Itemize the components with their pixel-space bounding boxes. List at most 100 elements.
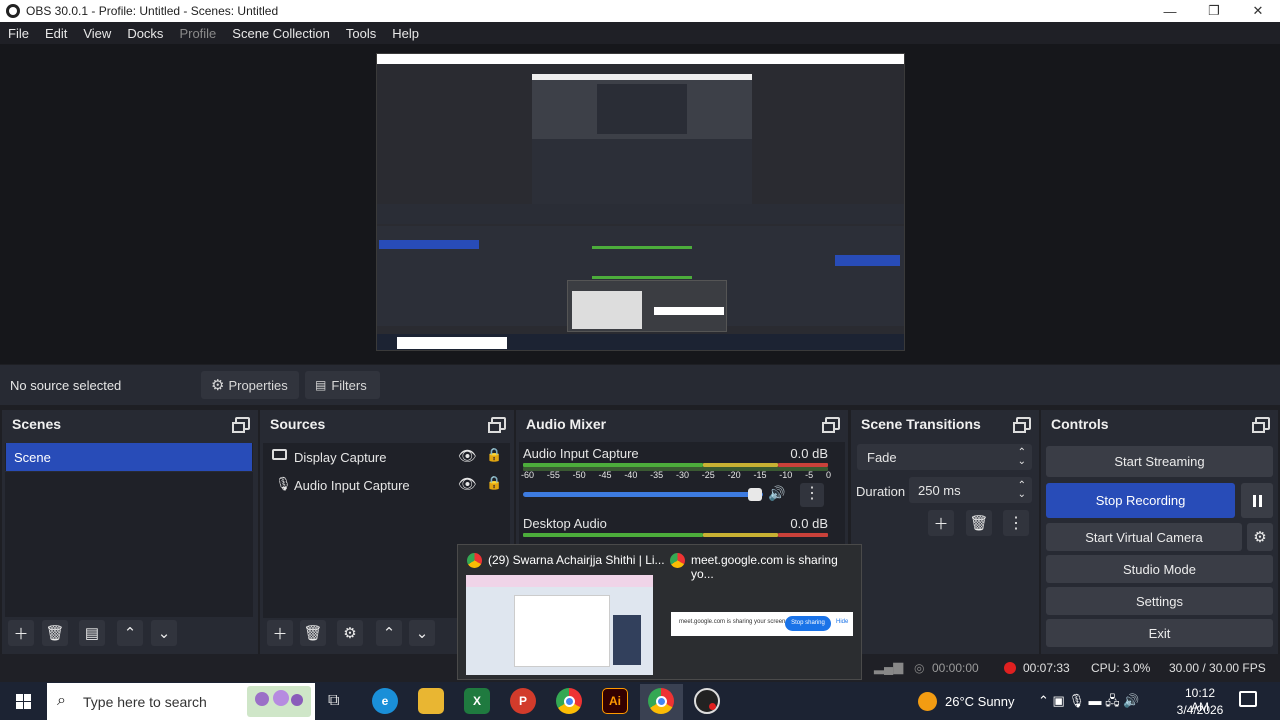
windows-start-icon[interactable]	[16, 694, 31, 709]
monitor-icon	[272, 449, 287, 460]
dock-float-icon[interactable]	[232, 417, 250, 433]
window-title: OBS 30.0.1 - Profile: Untitled - Scenes:…	[26, 4, 279, 18]
taskbar-search[interactable]: ⌕ Type here to search	[47, 683, 315, 720]
duration-spinbox[interactable]: 250 ms ⌃ ⌄	[909, 477, 1032, 503]
source-row[interactable]: 🎙 Audio Input Capture 👁 🔒	[263, 471, 510, 499]
scale-tick: -5	[805, 470, 814, 480]
sources-title: Sources	[270, 416, 326, 432]
eye-icon[interactable]: 👁	[458, 447, 477, 465]
properties-button[interactable]: ⚙ Properties	[201, 371, 299, 399]
menu-profile[interactable]: Profile	[171, 26, 224, 41]
source-label: Display Capture	[294, 450, 387, 465]
obs-taskbar-icon[interactable]	[694, 688, 720, 714]
dock-float-icon[interactable]	[822, 417, 840, 433]
transition-select[interactable]: Fade ⌃ ⌄	[857, 444, 1032, 470]
hide-link: Hide	[836, 619, 849, 625]
studio-mode-button[interactable]: Studio Mode	[1046, 555, 1273, 583]
add-source-icon[interactable]: ＋	[267, 620, 293, 646]
channel-db: 0.0 dB	[790, 446, 828, 461]
move-down-icon[interactable]: ⌄	[409, 620, 435, 646]
filters-label: Filters	[331, 377, 367, 393]
duration-value: 250 ms	[918, 483, 961, 498]
notifications-icon[interactable]	[1239, 691, 1257, 707]
lock-icon[interactable]: 🔒	[486, 447, 502, 463]
menu-edit[interactable]: Edit	[37, 26, 75, 41]
eye-icon[interactable]: 👁	[458, 475, 477, 493]
acrobat-icon[interactable]: P	[510, 688, 536, 714]
controls-title: Controls	[1051, 416, 1109, 432]
add-transition-icon[interactable]: ＋	[928, 510, 954, 536]
more-options-icon[interactable]: ⋮	[800, 483, 824, 507]
start-streaming-button[interactable]: Start Streaming	[1046, 446, 1273, 477]
excel-icon[interactable]: X	[464, 688, 490, 714]
task-view-icon[interactable]: ⧉	[328, 692, 339, 710]
settings-button[interactable]: Settings	[1046, 587, 1273, 615]
stop-sharing-button: Stop sharing	[785, 616, 831, 631]
restore-button[interactable]: ❐	[1192, 0, 1236, 22]
sharing-text: meet.google.com is sharing your screen.	[679, 619, 788, 625]
meter-scale: -60 -55 -50 -45 -40 -35 -30 -25 -20 -15 …	[521, 470, 831, 480]
dock-float-icon[interactable]	[1252, 417, 1270, 433]
move-up-icon[interactable]: ⌃	[376, 620, 402, 646]
dock-float-icon[interactable]	[1013, 417, 1031, 433]
pause-icon[interactable]	[1241, 483, 1273, 518]
scale-tick: -60	[521, 470, 535, 480]
cpu-usage: CPU: 3.0%	[1091, 661, 1151, 675]
weather-sun-icon	[918, 692, 937, 711]
obs-logo-icon	[6, 4, 20, 18]
chrome-icon[interactable]	[556, 688, 582, 714]
menu-file[interactable]: File	[0, 26, 37, 41]
start-virtual-camera-button[interactable]: Start Virtual Camera	[1046, 523, 1242, 551]
first-window-preview[interactable]	[466, 575, 653, 675]
edge-icon[interactable]: e	[372, 688, 398, 714]
move-up-icon[interactable]: ⌃	[117, 620, 143, 646]
menu-scene-collection[interactable]: Scene Collection	[224, 26, 338, 41]
menu-help[interactable]: Help	[384, 26, 427, 41]
source-row[interactable]: Display Capture 👁 🔒	[263, 443, 510, 471]
trash-icon[interactable]: 🗑	[300, 620, 326, 646]
close-button[interactable]: ✕	[1236, 0, 1280, 22]
stop-recording-button[interactable]: Stop Recording	[1046, 483, 1235, 518]
filters-button[interactable]: ▤ Filters	[305, 371, 380, 399]
gear-icon[interactable]: ⚙	[1247, 523, 1273, 551]
menu-view[interactable]: View	[75, 26, 119, 41]
gear-icon[interactable]: ⚙	[337, 620, 363, 646]
scene-item[interactable]: Scene	[6, 443, 252, 471]
move-down-icon[interactable]: ⌄	[151, 620, 177, 646]
lock-icon[interactable]: 🔒	[486, 475, 502, 491]
more-options-icon[interactable]: ⋮	[1003, 510, 1029, 536]
file-explorer-icon[interactable]	[418, 688, 444, 714]
scale-tick: -10	[779, 470, 793, 480]
updown-icon: ⌃ ⌄	[1017, 447, 1026, 467]
system-tray-icons[interactable]: ⌃ ▣ 🎙 ▬ 🖧 🔊	[1038, 692, 1139, 714]
chrome-active-icon[interactable]	[648, 688, 674, 714]
volume-slider-handle[interactable]	[748, 488, 762, 501]
speaker-icon[interactable]: 🔊	[768, 485, 785, 502]
scale-tick: -25	[701, 470, 715, 480]
level-meter	[523, 533, 703, 537]
dock-float-icon[interactable]	[488, 417, 506, 433]
spinner-icon[interactable]: ⌃ ⌄	[1018, 481, 1026, 500]
add-scene-icon[interactable]: ＋	[8, 620, 34, 646]
trash-icon[interactable]: 🗑	[966, 510, 992, 536]
search-icon: ⌕	[57, 692, 66, 709]
illustrator-icon[interactable]: Ai	[602, 688, 628, 714]
scale-tick: -55	[546, 470, 560, 480]
thumbnail-title[interactable]: (29) Swarna Achairjja Shithi | Li...	[488, 553, 665, 567]
sharing-bar-preview[interactable]: meet.google.com is sharing your screen. …	[671, 612, 853, 636]
weather-text[interactable]: 26°C Sunny	[945, 694, 1015, 709]
stream-time: 00:00:00	[932, 661, 979, 675]
menu-tools[interactable]: Tools	[338, 26, 384, 41]
exit-button[interactable]: Exit	[1046, 619, 1273, 647]
menu-docks[interactable]: Docks	[119, 26, 171, 41]
preview-canvas[interactable]	[376, 53, 905, 351]
duration-label: Duration	[856, 484, 906, 499]
scene-filter-icon[interactable]: ▤	[79, 620, 105, 646]
clock-date[interactable]: 3/4/2026	[1176, 703, 1224, 717]
scenes-title: Scenes	[12, 416, 62, 432]
thumbnail-title[interactable]: meet.google.com is sharing yo...	[691, 553, 861, 581]
minimize-button[interactable]: —	[1148, 0, 1192, 22]
trash-icon[interactable]: 🗑	[42, 620, 68, 646]
volume-slider[interactable]	[523, 492, 763, 497]
record-time: 00:07:33	[1023, 661, 1070, 675]
